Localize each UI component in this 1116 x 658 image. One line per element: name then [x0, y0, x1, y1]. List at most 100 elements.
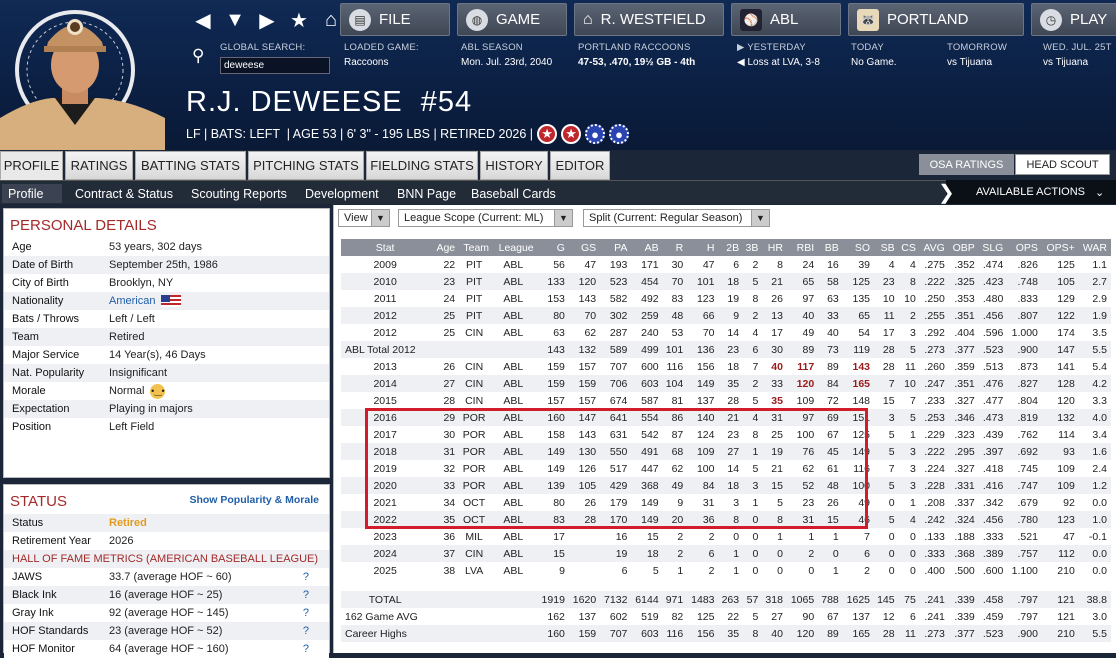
column-header[interactable]: GS: [568, 239, 601, 256]
back-arrow-icon[interactable]: ◀: [190, 8, 216, 33]
column-header[interactable]: 2B: [718, 239, 744, 256]
table-row[interactable]: 2010 23 PIT ABL 133 120 523 454 70 101 18 5 21 65 58 12…: [341, 273, 1111, 290]
detail-row: Team Retired: [4, 328, 329, 346]
player-avatar: [0, 0, 180, 150]
table-row[interactable]: 2012 25 CIN ABL 63 62 287 240 53 70 14 4 17 49 40 54 17 3…: [341, 324, 1111, 341]
tab-profile[interactable]: PROFILE: [0, 151, 63, 180]
tab-editor[interactable]: EDITOR: [550, 151, 610, 180]
chevron-down-icon: ⌄: [1095, 186, 1105, 199]
forward-arrow-icon[interactable]: ▶: [254, 8, 280, 33]
status-row: Status Retired: [4, 514, 329, 532]
dropdown-arrow-icon[interactable]: ▼: [222, 9, 248, 32]
column-header[interactable]: Stat: [341, 239, 434, 256]
column-header[interactable]: SB: [874, 239, 899, 256]
league-scope-dropdown[interactable]: League Scope (Current: ML) ▼: [398, 209, 573, 227]
column-header[interactable]: Age: [433, 239, 460, 256]
subtab-contract-status[interactable]: Contract & Status: [69, 184, 179, 203]
subtab-scouting-reports[interactable]: Scouting Reports: [185, 184, 293, 203]
table-row[interactable]: 2015 28 CIN ABL 157 157 674 587 81 137 28 5 35 109 72 1…: [341, 392, 1111, 409]
table-row[interactable]: Career Highs 160 159 707 603 116 156 35 8 40 120 89…: [341, 625, 1111, 642]
hof-metric-row: HOF Monitor 64 (average HOF ~ 160)?: [4, 640, 329, 658]
help-icon[interactable]: ?: [303, 589, 309, 601]
tab-pitching-stats[interactable]: PITCHING STATS: [248, 151, 364, 180]
table-row[interactable]: 2019 32 POR ABL 149 126 517 447 62 100 14 5 21 62 61 11…: [341, 460, 1111, 477]
table-row[interactable]: 2017 30 POR ABL 158 143 631 542 87 124 23 8 25 100 67 1…: [341, 426, 1111, 443]
table-row[interactable]: 2013 26 CIN ABL 159 157 707 600 116 156 18 7 40 117 89…: [341, 358, 1111, 375]
column-header[interactable]: SLG: [978, 239, 1008, 256]
subtab-bnn-page[interactable]: BNN Page: [391, 184, 462, 203]
detail-row: Nat. Popularity Insignificant: [4, 364, 329, 382]
table-row[interactable]: 2009 22 PIT ABL 56 47 193 171 30 47 6 2 8 24 16 39 4 4.27…: [341, 256, 1111, 273]
help-icon[interactable]: ?: [303, 643, 309, 655]
column-header[interactable]: HR: [762, 239, 787, 256]
tab-ratings[interactable]: RATINGS: [65, 151, 133, 180]
subtab-baseball-cards[interactable]: Baseball Cards: [465, 184, 562, 203]
column-header[interactable]: R: [662, 239, 688, 256]
column-header[interactable]: G: [537, 239, 569, 256]
table-row[interactable]: 2023 36 MIL ABL 17 16 15 2 2 0 0 1 1 1 7 0 0.133.188.333…: [341, 528, 1111, 545]
morale-face-icon: •‿•: [150, 383, 166, 399]
column-header[interactable]: CS: [898, 239, 920, 256]
wed-info: WED. JUL. 25T vs Tijuana: [1043, 42, 1112, 68]
table-row[interactable]: 2025 38 LVA ABL 9 6 5 1 2 1 0 0 0 1 2 0 0.400.500.600 1.1…: [341, 562, 1111, 579]
file-button[interactable]: ▤ FILE: [340, 3, 450, 36]
all-star-icon: ★: [561, 124, 582, 144]
column-header[interactable]: SO: [842, 239, 875, 256]
help-icon[interactable]: ?: [303, 607, 309, 619]
favorite-star-icon[interactable]: ★: [286, 8, 312, 33]
show-popularity-link[interactable]: Show Popularity & Morale: [189, 494, 319, 506]
table-header: Stat Age Team League G GS PA AB R H 2B 3B HR RBI BB SO S…: [341, 239, 1111, 256]
column-header[interactable]: OBP: [948, 239, 979, 256]
help-icon[interactable]: ?: [303, 571, 309, 583]
table-row[interactable]: TOTAL 1919 1620 7132 6144 971 1483 263 57 318 1065…: [341, 591, 1111, 608]
game-button[interactable]: ◍ GAME: [457, 3, 567, 36]
tab-history[interactable]: HISTORY: [480, 151, 548, 180]
tomorrow-info: TOMORROW vs Tijuana: [947, 42, 1008, 68]
today-info: TODAY No Game.: [851, 42, 897, 68]
head-scout-button[interactable]: HEAD SCOUT: [1015, 154, 1110, 175]
osa-ratings-button[interactable]: OSA RATINGS: [919, 154, 1014, 175]
yesterday-info[interactable]: ▶ YESTERDAY ◀ Loss at LVA, 3-8: [737, 42, 820, 68]
subtab-development[interactable]: Development: [299, 184, 385, 203]
split-dropdown[interactable]: Split (Current: Regular Season) ▼: [583, 209, 770, 227]
view-dropdown[interactable]: View ▼: [338, 209, 390, 227]
column-header[interactable]: AB: [631, 239, 663, 256]
column-header[interactable]: 3B: [743, 239, 763, 256]
history-nav: ◀ ▼ ▶ ★ ⌂: [190, 6, 344, 34]
column-header[interactable]: H: [687, 239, 719, 256]
table-row[interactable]: 2016 29 POR ABL 160 147 641 554 86 140 21 4 31 97 69 15…: [341, 409, 1111, 426]
manager-button[interactable]: ⌂ R. WESTFIELD: [574, 3, 724, 36]
help-icon[interactable]: ?: [303, 625, 309, 637]
column-header[interactable]: Team: [459, 239, 494, 256]
team-button[interactable]: 🦝 PORTLAND: [848, 3, 1024, 36]
table-row[interactable]: 2012 25 PIT ABL 80 70 302 259 48 66 9 2 13 40 33 65 11 2.…: [341, 307, 1111, 324]
tab-batting-stats[interactable]: BATTING STATS: [135, 151, 246, 180]
table-row[interactable]: 2018 31 POR ABL 149 130 550 491 68 109 27 1 19 76 45 14…: [341, 443, 1111, 460]
hof-metric-row: Gray Ink 92 (average HOF ~ 145)?: [4, 604, 329, 622]
table-row[interactable]: 2022 35 OCT ABL 83 28 170 149 20 36 8 0 8 31 15 46 5 4.24…: [341, 511, 1111, 528]
league-button[interactable]: ⚾ ABL: [731, 3, 841, 36]
tab-fielding-stats[interactable]: FIELDING STATS: [366, 151, 478, 180]
play-button[interactable]: ◷ PLAY: [1031, 3, 1116, 36]
column-header[interactable]: OPS: [1007, 239, 1042, 256]
column-header[interactable]: League: [493, 239, 538, 256]
available-actions-button[interactable]: ❯ AVAILABLE ACTIONS ⌄: [938, 180, 1116, 204]
table-row[interactable]: 2021 34 OCT ABL 80 26 179 149 9 31 3 1 5 23 26 49 0 1.208…: [341, 494, 1111, 511]
column-header[interactable]: OPS+: [1041, 239, 1079, 256]
column-header[interactable]: AVG: [919, 239, 949, 256]
table-row[interactable]: 2020 33 POR ABL 139 105 429 368 49 84 18 3 15 52 48 100…: [341, 477, 1111, 494]
table-row[interactable]: ABL Total 2012 143 132 589 499 101 136 23 6 30 89 7…: [341, 341, 1111, 358]
table-row[interactable]: 162 Game AVG 162 137 602 519 82 125 22 5 27 90 67 13…: [341, 608, 1111, 625]
detail-row: Expectation Playing in majors: [4, 400, 329, 418]
table-row[interactable]: 2024 37 CIN ABL 15 19 18 2 6 1 0 0 2 0 6 0 0.333.368.389…: [341, 545, 1111, 562]
column-header[interactable]: RBI: [786, 239, 819, 256]
subtab-profile[interactable]: Profile: [2, 184, 62, 203]
table-row[interactable]: 2014 27 CIN ABL 159 159 706 603 104 149 35 2 33 120 84…: [341, 375, 1111, 392]
search-input[interactable]: [220, 57, 330, 74]
column-header[interactable]: WAR: [1078, 239, 1111, 256]
table-row[interactable]: 2011 24 PIT ABL 153 143 582 492 83 123 19 8 26 97 63 13…: [341, 290, 1111, 307]
detail-row: Date of Birth September 25th, 1986: [4, 256, 329, 274]
column-header[interactable]: PA: [600, 239, 632, 256]
column-header[interactable]: BB: [818, 239, 843, 256]
us-flag-icon: [161, 295, 182, 307]
